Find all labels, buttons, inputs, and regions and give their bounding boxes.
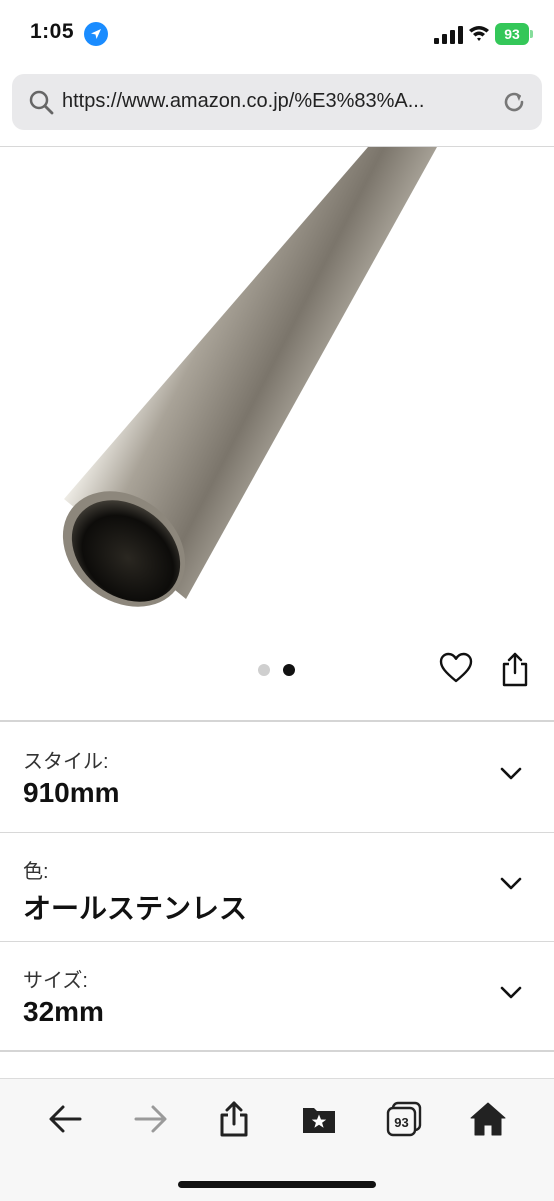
- carousel-dot[interactable]: [258, 664, 270, 676]
- battery-tip: [530, 30, 533, 38]
- url-text[interactable]: https://www.amazon.co.jp/%E3%83%A...: [62, 90, 482, 113]
- variant-label: サイズ:: [23, 970, 88, 992]
- home-indicator[interactable]: [178, 1181, 376, 1188]
- home-icon[interactable]: [468, 1099, 508, 1139]
- bookmarks-folder-icon[interactable]: [299, 1099, 339, 1139]
- search-icon: [29, 90, 54, 115]
- status-bar: 1:05 93: [0, 0, 554, 66]
- chevron-down-icon[interactable]: [498, 982, 524, 1002]
- back-icon[interactable]: [46, 1099, 86, 1139]
- share-icon[interactable]: [214, 1099, 254, 1139]
- variant-selector-color[interactable]: 色: オールステンレス: [0, 833, 554, 941]
- address-bar[interactable]: https://www.amazon.co.jp/%E3%83%A...: [12, 74, 542, 130]
- variant-value: オールステンレス: [23, 893, 248, 924]
- tab-count: 93: [394, 1115, 408, 1130]
- tabs-icon[interactable]: 93: [384, 1099, 424, 1139]
- variant-value: 910mm: [23, 777, 120, 808]
- chevron-down-icon[interactable]: [498, 763, 524, 783]
- variant-selector-size[interactable]: サイズ: 32mm: [0, 942, 554, 1050]
- variant-label: 色:: [23, 861, 49, 883]
- location-arrow-icon: [84, 22, 108, 46]
- chevron-down-icon[interactable]: [498, 873, 524, 893]
- heart-icon[interactable]: [439, 652, 473, 684]
- cellular-signal-icon: [434, 26, 463, 44]
- reload-icon[interactable]: [500, 88, 528, 116]
- product-image[interactable]: [0, 147, 554, 647]
- battery-icon: 93: [495, 23, 529, 45]
- share-icon[interactable]: [500, 651, 530, 687]
- section-divider: [0, 720, 554, 722]
- variant-value: 32mm: [23, 996, 104, 1027]
- image-carousel-dots[interactable]: [258, 664, 298, 676]
- variant-selector-style[interactable]: スタイル: 910mm: [0, 723, 554, 831]
- wifi-icon: [469, 26, 489, 41]
- forward-icon[interactable]: [130, 1099, 170, 1139]
- section-divider: [0, 1050, 554, 1052]
- status-time: 1:05: [30, 20, 75, 43]
- carousel-dot-active[interactable]: [283, 664, 295, 676]
- variant-label: スタイル:: [23, 751, 109, 773]
- battery-level: 93: [504, 26, 520, 42]
